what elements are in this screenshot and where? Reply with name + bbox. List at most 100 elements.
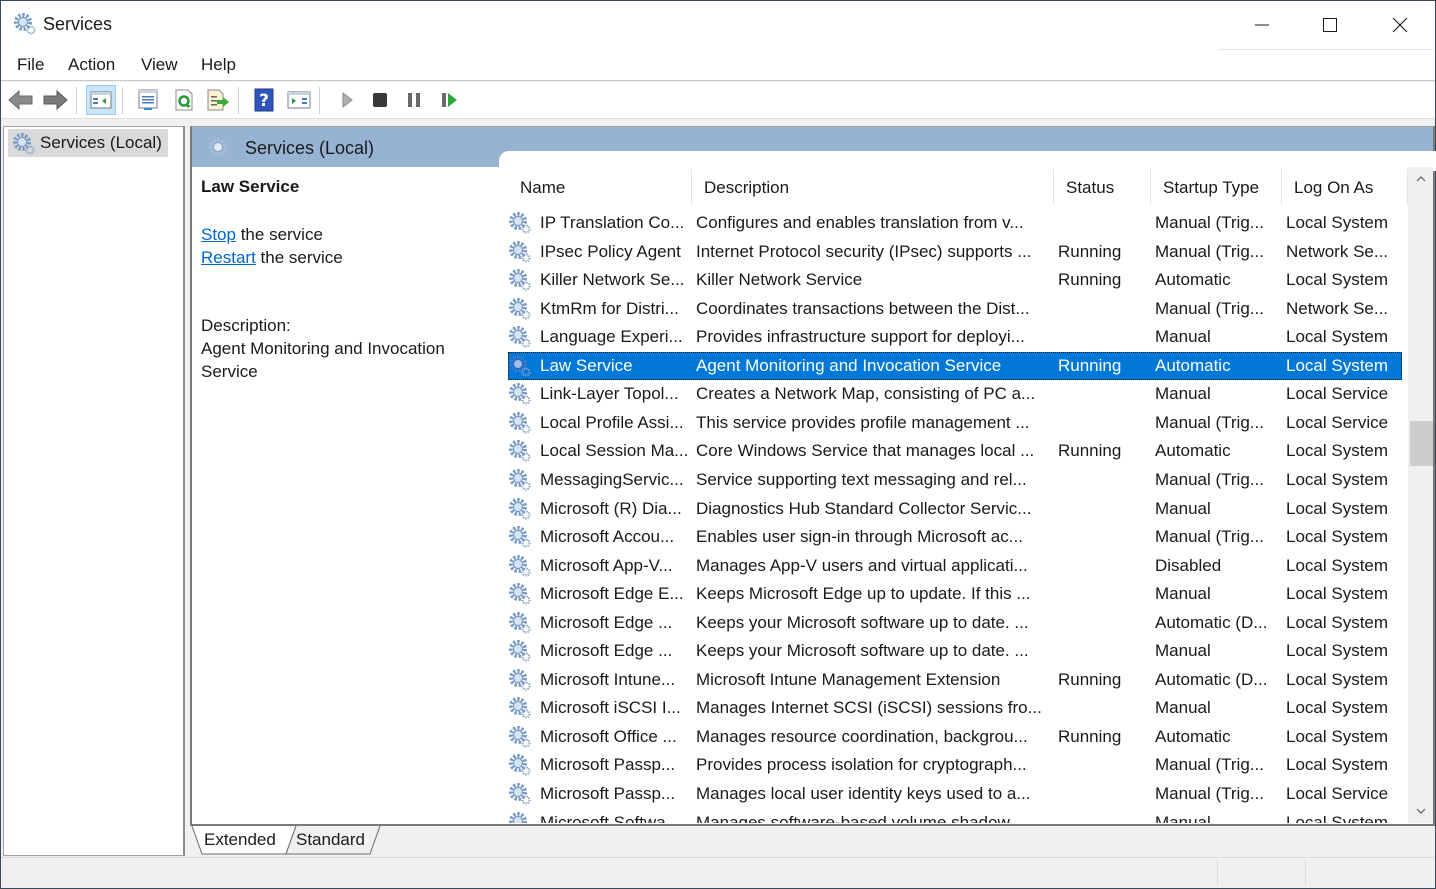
minimize-button[interactable] — [1227, 1, 1297, 49]
service-row[interactable]: Microsoft Accou... Enables user sign-in t… — [508, 523, 1402, 551]
service-row[interactable]: Microsoft Intune... Microsoft Intune Mana… — [508, 666, 1402, 694]
details-pane: Services (Local) Law Service Stop the se… — [190, 126, 1436, 826]
services-window: Services File Action View Help ? Service… — [0, 0, 1436, 889]
service-row[interactable]: Microsoft App-V... Manages App-V users an… — [508, 552, 1402, 580]
toolbar-separator — [319, 87, 320, 114]
service-gear-icon — [509, 497, 531, 519]
menu-divider — [1218, 49, 1435, 50]
service-row[interactable]: IPsec Policy Agent Internet Protocol secu… — [508, 238, 1402, 266]
cell-description: Provides infrastructure support for depl… — [696, 327, 1025, 347]
service-row[interactable]: Microsoft Edge ... Keeps your Microsoft s… — [508, 609, 1402, 637]
service-row[interactable]: Microsoft Edge ... Keeps your Microsoft s… — [508, 637, 1402, 665]
column-header-startup-type[interactable]: Startup Type — [1151, 167, 1282, 209]
cell-description: Manages local user identity keys used to… — [696, 784, 1031, 803]
cell-startup-type: Automatic — [1155, 270, 1231, 290]
service-gear-icon — [509, 725, 531, 748]
service-gear-icon — [509, 783, 531, 805]
column-header-name[interactable]: ^ Name — [508, 167, 692, 209]
service-gear-icon — [509, 697, 531, 719]
column-header-log-on-as[interactable]: Log On As — [1282, 167, 1408, 209]
menu-file[interactable]: File — [15, 55, 46, 75]
cell-description: Manages Internet SCSI (iSCSI) sessions f… — [696, 698, 1042, 718]
help-button[interactable]: ? — [249, 85, 279, 115]
service-gear-icon — [509, 269, 531, 291]
scroll-down-button[interactable] — [1408, 799, 1433, 823]
cell-name: MessagingServic... — [540, 469, 684, 489]
service-gear-icon — [509, 212, 531, 234]
show-hide-console-tree-button[interactable] — [86, 85, 116, 115]
service-row[interactable]: IP Translation Co... Configures and enabl… — [508, 209, 1402, 237]
menu-action[interactable]: Action — [66, 55, 117, 75]
stop-icon — [373, 93, 387, 107]
start-service-button[interactable] — [332, 85, 362, 115]
tab-extended[interactable]: Extended — [204, 826, 276, 854]
cell-startup-type: Manual (Trig... — [1155, 298, 1264, 318]
service-row-selected[interactable]: Law Service Agent Monitoring and Invocati… — [508, 351, 1402, 380]
service-row[interactable]: Microsoft Office ... Manages resource coo… — [508, 723, 1402, 751]
column-header-label: Name — [520, 178, 566, 197]
cell-name: Law Service — [540, 355, 633, 375]
console-tree: Services (Local) — [3, 126, 185, 856]
cell-name: Link-Layer Topol... — [540, 384, 679, 404]
console-tree-icon — [90, 91, 112, 109]
column-header-status[interactable]: Status — [1054, 167, 1151, 209]
scrollbar-thumb[interactable] — [1410, 421, 1433, 466]
service-row[interactable]: Local Session Ma... Core Windows Service … — [508, 437, 1402, 465]
cell-description: Keeps Microsoft Edge up to update. If th… — [696, 584, 1031, 604]
service-row[interactable]: Local Profile Assi... This service provid… — [508, 409, 1402, 437]
status-bar — [1, 857, 1435, 888]
service-row[interactable]: Microsoft (R) Dia... Diagnostics Hub Stan… — [508, 495, 1402, 523]
service-gear-icon — [509, 383, 531, 405]
cell-log-on-as: Local System — [1286, 669, 1389, 689]
cell-log-on-as: Local Service — [1286, 412, 1389, 432]
pause-service-button[interactable] — [399, 85, 429, 115]
refresh-button[interactable] — [169, 85, 199, 115]
refresh-icon — [175, 89, 193, 111]
service-row[interactable]: MessagingServic... Service supporting tex… — [508, 466, 1402, 494]
restart-link[interactable]: Restart — [201, 248, 256, 267]
close-button[interactable] — [1365, 1, 1435, 49]
show-action-pane-button[interactable] — [284, 85, 314, 115]
toolbar-separator — [122, 87, 123, 114]
cell-name: KtmRm for Distri... — [540, 298, 679, 318]
properties-button[interactable] — [133, 85, 163, 115]
cell-startup-type: Manual — [1155, 641, 1211, 661]
forward-button[interactable] — [40, 85, 70, 115]
cell-startup-type: Manual — [1155, 812, 1211, 823]
service-gear-icon — [509, 611, 531, 634]
stop-service-button[interactable] — [365, 85, 395, 115]
status-bar-cell — [1217, 860, 1305, 886]
cell-name: Microsoft (R) Dia... — [540, 498, 682, 518]
cell-log-on-as: Local System — [1286, 355, 1389, 375]
service-row[interactable]: Microsoft iSCSI I... Manages Internet SCS… — [508, 694, 1402, 722]
status-bar-cell — [1305, 860, 1393, 886]
sort-ascending-icon: ^ — [606, 167, 612, 173]
service-row[interactable]: KtmRm for Distri... Coordinates transacti… — [508, 295, 1402, 323]
stop-link[interactable]: Stop — [201, 225, 236, 244]
cell-name: Microsoft Passp... — [540, 755, 676, 775]
menu-view[interactable]: View — [139, 55, 180, 75]
close-icon — [1392, 17, 1408, 33]
tab-standard[interactable]: Standard — [296, 826, 365, 854]
vertical-scrollbar[interactable] — [1408, 167, 1433, 823]
chevron-up-icon — [1416, 176, 1425, 182]
export-list-button[interactable] — [203, 85, 233, 115]
maximize-button[interactable] — [1295, 1, 1365, 49]
service-row[interactable]: Microsoft Passp... Manages local user ide… — [508, 780, 1402, 808]
cell-name: Killer Network Se... — [540, 270, 685, 290]
service-row[interactable]: Language Experi... Provides infrastructur… — [508, 323, 1402, 351]
column-header-description[interactable]: Description — [692, 167, 1054, 209]
tree-item-services-local[interactable]: Services (Local) — [8, 129, 168, 157]
cell-log-on-as: Local System — [1286, 698, 1389, 718]
service-row[interactable]: Microsoft Softwa... Manages software-base… — [508, 809, 1402, 823]
restart-service-button[interactable] — [435, 85, 465, 115]
service-row[interactable]: Microsoft Edge E... Keeps Microsoft Edge … — [508, 580, 1402, 608]
cell-startup-type: Manual — [1155, 384, 1211, 404]
service-row[interactable]: Microsoft Passp... Provides process isola… — [508, 751, 1402, 779]
service-row[interactable]: Killer Network Se... Killer Network Servi… — [508, 266, 1402, 294]
scroll-up-button[interactable] — [1408, 167, 1433, 191]
back-button[interactable] — [6, 85, 36, 115]
cell-startup-type: Manual — [1155, 584, 1211, 604]
menu-help[interactable]: Help — [199, 55, 238, 75]
service-row[interactable]: Link-Layer Topol... Creates a Network Map… — [508, 380, 1402, 408]
